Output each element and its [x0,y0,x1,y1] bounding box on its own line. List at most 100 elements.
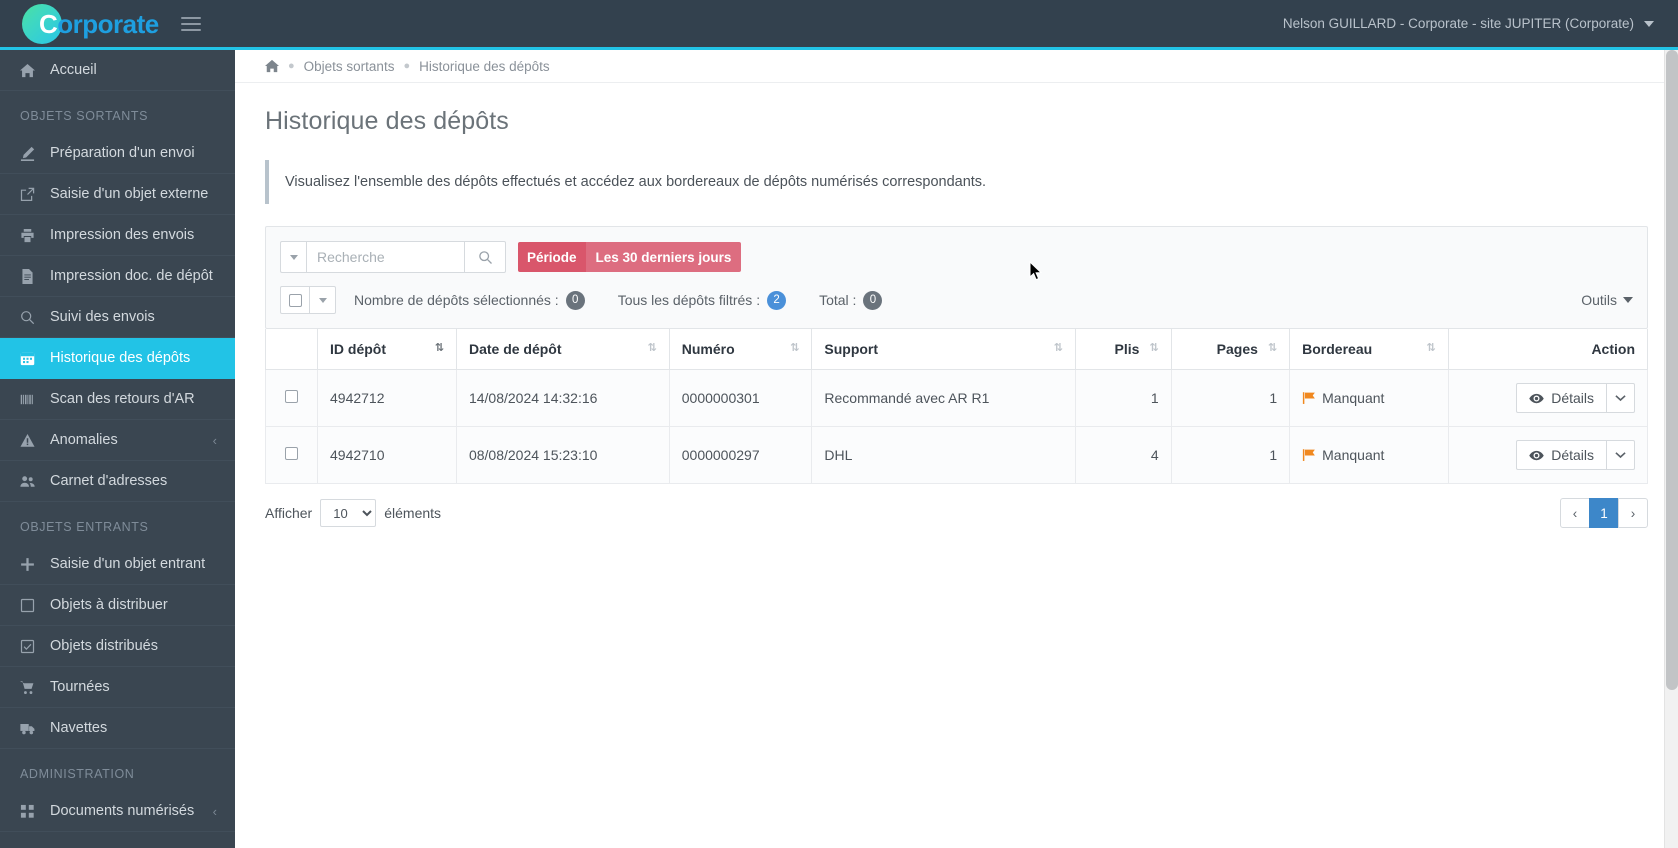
page-scrollbar-thumb[interactable] [1666,50,1678,690]
column-header-numero[interactable]: Numéro ⇅ [668,329,813,370]
column-header-support[interactable]: Support ⇅ [811,329,1076,370]
grid-icon [20,804,44,819]
column-header-bordereau[interactable]: Bordereau ⇅ [1289,329,1449,370]
column-header-id-depot[interactable]: ID dépôt ⇅ [317,329,457,370]
hamburger-menu-icon[interactable] [180,16,201,31]
table-row[interactable]: 4942710 08/08/2024 15:23:10 0000000297 DHL 4… [265,426,1649,484]
sidebar-item-suivi-des-envois[interactable]: Suivi des envois [0,297,235,338]
breadcrumb-separator: ● [288,60,295,72]
eye-icon [1529,448,1544,463]
sort-none-icon[interactable]: ⇅ [1426,343,1435,354]
action-dropdown-toggle[interactable] [1607,383,1635,413]
sidebar-item-carnet-d-adresses[interactable]: Carnet d'adresses [0,461,235,502]
pagination-page-1[interactable]: 1 [1589,498,1619,528]
select-all-checkbox[interactable] [280,286,310,314]
sidebar-item-saisie-d-un-objet-externe[interactable]: Saisie d'un objet externe [0,174,235,215]
sort-none-icon[interactable]: ⇅ [648,343,657,354]
search-input[interactable] [306,241,464,273]
row-checkbox[interactable] [285,447,298,460]
sidebar-section-objets-sortants: OBJETS SORTANTS [20,109,149,123]
sidebar-item-preparation-d-un-envoi[interactable]: Préparation d'un envoi [0,133,235,174]
search-icon [20,310,44,325]
flag-icon [1302,391,1316,405]
breadcrumb-item-historique-des-depots[interactable]: Historique des dépôts [419,59,550,74]
tools-dropdown-button[interactable]: Outils [1581,292,1633,308]
sidebar-item-label: Saisie d'un objet externe [50,186,209,202]
select-all-dropdown[interactable] [310,286,336,314]
sidebar-item-label: Historique des dépôts [50,350,191,366]
sidebar-item-objets-a-distribuer[interactable]: Objets à distribuer [0,585,235,626]
chevron-left-icon[interactable]: ‹ [213,434,217,447]
top-bar: Corporate Nelson GUILLARD - Corporate - … [0,0,1678,50]
breadcrumb: ● Objets sortants ● Historique des dépôt… [235,50,1678,83]
sidebar-section-objets-entrants: OBJETS ENTRANTS [20,520,149,534]
pagination-next-button[interactable]: › [1618,498,1648,528]
hamburger-bar [180,16,201,19]
sort-none-icon[interactable]: ⇅ [1268,343,1277,354]
breadcrumb-item-objets-sortants[interactable]: Objets sortants [304,59,395,74]
period-filter-key: Période [518,242,586,272]
search-options-dropdown[interactable] [280,241,306,273]
pagination-prev-button[interactable]: ‹ [1560,498,1590,528]
page-length-select[interactable]: 102550100 [320,499,377,527]
sort-desc-icon[interactable]: ⇅ [435,343,444,354]
row-checkbox[interactable] [285,390,298,403]
plus-icon [20,557,44,572]
column-header-label: Plis [1114,341,1140,357]
sidebar-item-impression-doc-de-depot[interactable]: Impression doc. de dépôt [0,256,235,297]
sort-none-icon[interactable]: ⇅ [790,343,799,354]
logo[interactable]: Corporate [22,0,159,47]
sidebar-item-saisie-d-un-objet-entrant[interactable]: Saisie d'un objet entrant [0,544,235,585]
sidebar-item-impression-des-envois[interactable]: Impression des envois [0,215,235,256]
details-button[interactable]: Détails [1516,440,1607,470]
page-scrollbar[interactable] [1664,50,1678,848]
column-header-label: Bordereau [1302,341,1373,357]
column-header-plis[interactable]: Plis ⇅ [1074,329,1172,370]
cell-pages: 1 [1170,369,1291,427]
select-all-group [280,286,336,314]
sidebar-item-tournees[interactable]: Tournées [0,667,235,708]
sidebar-item-navettes[interactable]: Navettes [0,708,235,749]
sidebar-item-scan-des-retours-d-ar[interactable]: Scan des retours d'AR [0,379,235,420]
sidebar-item-label: Tournées [50,679,110,695]
table-row[interactable]: 4942712 14/08/2024 14:32:16 0000000301 Reco… [265,369,1649,427]
column-header-label: Numéro [681,341,735,357]
stat-filtered-label: Tous les dépôts filtrés : [617,292,761,308]
home-icon[interactable] [265,59,279,73]
sidebar-item-anomalies[interactable]: Anomalies ‹ [0,420,235,461]
sort-none-icon[interactable]: ⇅ [1054,343,1063,354]
printer-icon [20,228,44,243]
sidebar-item-label: Objets à distribuer [50,597,168,613]
sidebar-item-historique-des-depots[interactable]: Historique des dépôts [0,338,235,379]
sidebar-item-accueil[interactable]: Accueil [0,50,235,91]
page-length-label: Afficher [265,505,313,521]
cell-pages: 1 [1170,426,1291,484]
column-header-action: Action [1447,329,1649,370]
cell-bordereau: Manquant [1289,426,1449,484]
sidebar-item-label: Anomalies [50,432,118,448]
sidebar-item-objets-distribues[interactable]: Objets distribués [0,626,235,667]
column-header-date-de-depot[interactable]: Date de dépôt ⇅ [455,329,670,370]
details-button[interactable]: Détails [1516,383,1607,413]
column-header-pages[interactable]: Pages ⇅ [1170,329,1291,370]
brand-area: Corporate [0,0,235,47]
pencil-icon [20,146,44,161]
chevron-left-icon[interactable]: ‹ [213,805,217,818]
user-menu[interactable]: Nelson GUILLARD - Corporate - site JUPIT… [1283,16,1678,31]
contacts-icon [20,474,44,489]
info-banner-text: Visualisez l'ensemble des dépôts effectu… [285,174,987,190]
info-banner: Visualisez l'ensemble des dépôts effectu… [265,160,1648,204]
period-filter-tag[interactable]: Période Les 30 derniers jours [518,242,742,272]
sidebar: Accueil OBJETS SORTANTS Préparation d'un e… [0,50,235,848]
hamburger-bar [180,22,201,25]
sidebar-item-documents-numerises[interactable]: Documents numérisés ‹ [0,791,235,832]
stat-total: Total : 0 [819,290,883,310]
breadcrumb-separator: ● [403,60,411,72]
cell-support: DHL [811,426,1076,484]
sort-none-icon[interactable]: ⇅ [1149,343,1158,354]
search-button[interactable] [464,241,506,273]
stat-selected-badge: 0 [565,290,585,310]
sidebar-item-label: Objets distribués [50,638,158,654]
stat-selected-label: Nombre de dépôts sélectionnés : [354,292,559,308]
action-dropdown-toggle[interactable] [1607,440,1635,470]
